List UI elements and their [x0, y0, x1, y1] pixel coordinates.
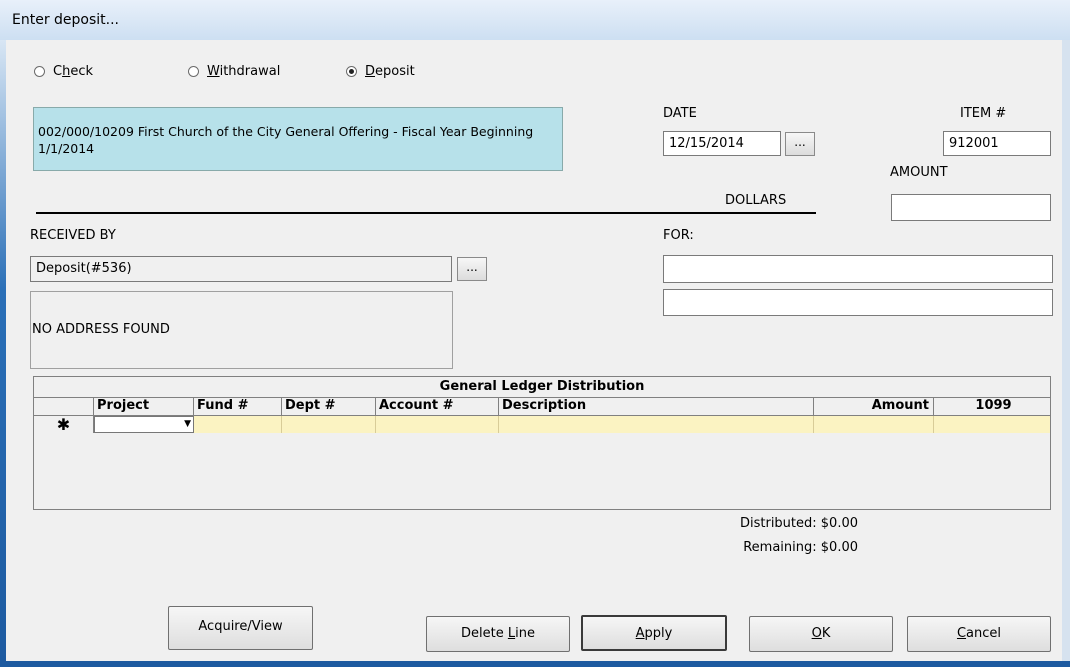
- item-number-field[interactable]: 912001: [943, 131, 1051, 156]
- dollars-label: DOLLARS: [725, 193, 787, 208]
- column-description[interactable]: Description: [499, 397, 814, 416]
- apply-button[interactable]: Apply: [581, 615, 727, 651]
- project-dropdown[interactable]: ▼: [94, 416, 194, 433]
- delete-line-button[interactable]: Delete Line: [426, 616, 570, 652]
- check-radio[interactable]: Check: [34, 64, 93, 79]
- withdrawal-radio-circle: [188, 66, 199, 77]
- column-account[interactable]: Account #: [376, 397, 499, 416]
- withdrawal-radio[interactable]: Withdrawal: [188, 64, 280, 79]
- date-browse-button[interactable]: ...: [785, 132, 815, 156]
- dept-cell[interactable]: [282, 416, 376, 433]
- amount-label: AMOUNT: [890, 165, 948, 180]
- 1099-cell[interactable]: [934, 416, 1050, 433]
- received-by-browse-button[interactable]: ...: [457, 257, 487, 281]
- address-box: NO ADDRESS FOUND: [30, 291, 453, 369]
- date-field[interactable]: 12/15/2014: [663, 131, 781, 156]
- received-by-label: RECEIVED BY: [30, 228, 116, 243]
- window-frame-right: [1062, 40, 1070, 667]
- column-1099[interactable]: 1099: [934, 397, 1050, 416]
- deposit-radio[interactable]: Deposit: [346, 64, 415, 79]
- title-bar[interactable]: Enter deposit...: [0, 0, 1070, 40]
- cancel-button[interactable]: Cancel: [907, 616, 1051, 652]
- check-radio-circle: [34, 66, 45, 77]
- fund-cell[interactable]: [194, 416, 282, 433]
- amount-field[interactable]: [891, 194, 1051, 221]
- deposit-window: Enter deposit... Check Withdrawal Deposi…: [0, 0, 1070, 667]
- for-line-1[interactable]: [663, 255, 1053, 283]
- deposit-radio-circle: [346, 66, 357, 77]
- amount-cell[interactable]: [814, 416, 934, 433]
- new-row-marker: ✱: [34, 416, 94, 434]
- grid-title: General Ledger Distribution: [34, 377, 1050, 398]
- for-line-2[interactable]: [663, 289, 1053, 316]
- account-cell[interactable]: [376, 416, 499, 433]
- column-dept[interactable]: Dept #: [282, 397, 376, 416]
- dollars-line: [36, 212, 816, 214]
- date-label: DATE: [663, 106, 697, 121]
- distributed-total: Distributed: $0.00: [739, 516, 858, 531]
- chevron-down-icon: ▼: [184, 419, 191, 429]
- address-text: NO ADDRESS FOUND: [32, 322, 170, 337]
- window-frame-left: [0, 40, 6, 667]
- row-header-column: [34, 397, 94, 416]
- withdrawal-radio-label: Withdrawal: [207, 64, 281, 79]
- column-amount[interactable]: Amount: [814, 397, 934, 416]
- dialog-body: Check Withdrawal Deposit 002/000/10209 F…: [18, 48, 1058, 660]
- column-fund[interactable]: Fund #: [194, 397, 282, 416]
- window-frame-bottom: [0, 661, 1070, 667]
- account-description: 002/000/10209 First Church of the City G…: [33, 107, 563, 171]
- ok-button[interactable]: OK: [749, 616, 893, 652]
- description-cell[interactable]: [499, 416, 814, 433]
- item-number-label: ITEM #: [960, 106, 1007, 121]
- for-label: FOR:: [663, 228, 694, 243]
- deposit-radio-label: Deposit: [365, 64, 415, 79]
- remaining-total: Remaining: $0.00: [743, 540, 858, 555]
- gl-distribution-grid: General Ledger Distribution Project Fund…: [33, 376, 1051, 510]
- window-title: Enter deposit...: [12, 12, 120, 28]
- column-project[interactable]: Project: [94, 397, 194, 416]
- received-by-field[interactable]: Deposit(#536): [30, 256, 452, 282]
- acquire-view-button[interactable]: Acquire/View: [168, 606, 313, 650]
- check-radio-label: Check: [53, 64, 94, 79]
